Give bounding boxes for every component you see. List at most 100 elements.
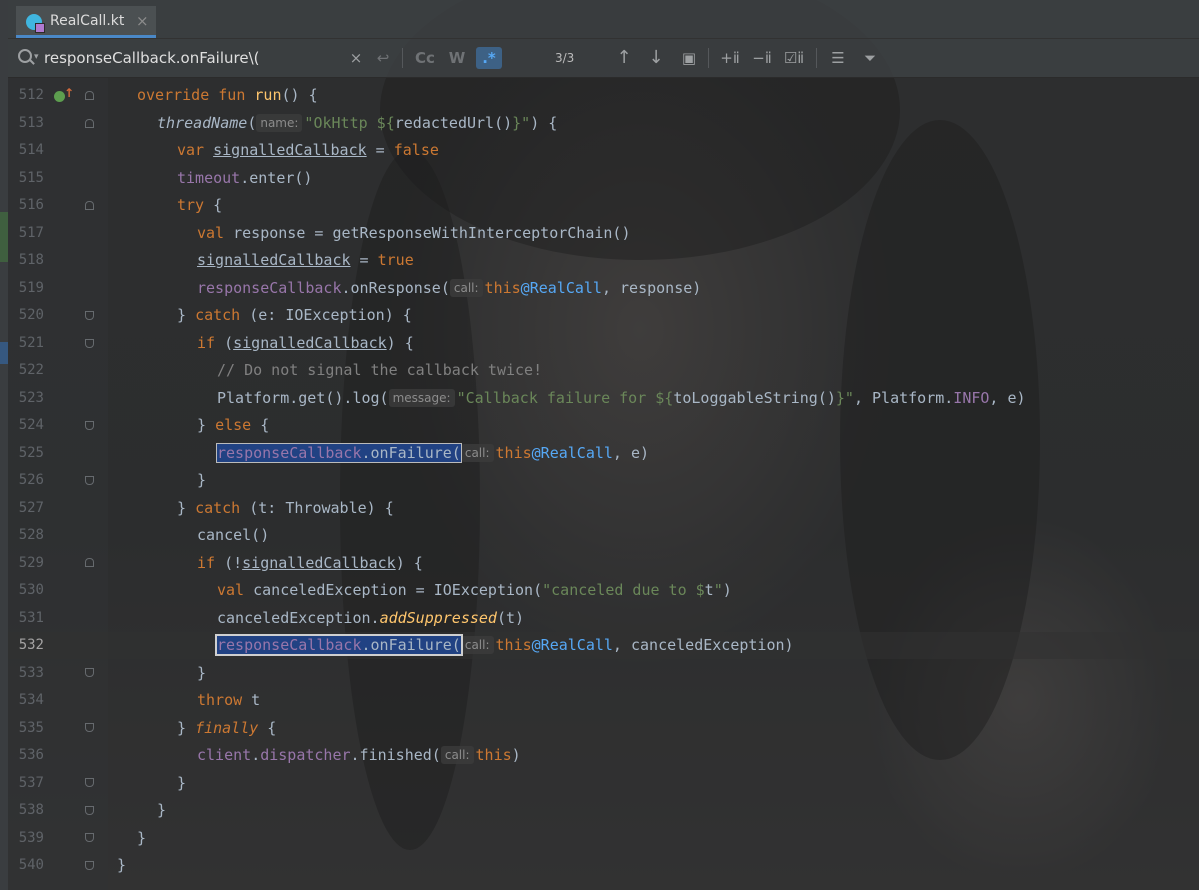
fold-marker-icon[interactable] xyxy=(85,201,94,210)
code-editor[interactable]: 512 513 514 515 516 517 518 519 520 521 … xyxy=(8,78,1199,890)
toggle-occurrence-icon[interactable]: ☑ⅱ xyxy=(782,47,806,69)
line-number: 522 xyxy=(18,362,44,378)
line-number: 520 xyxy=(18,307,44,323)
code-line[interactable]: } catch (e: IOException) { xyxy=(177,302,412,329)
line-number: 518 xyxy=(18,252,44,268)
fold-marker-icon[interactable] xyxy=(85,723,94,732)
line-number: 523 xyxy=(18,389,44,406)
fold-marker-icon[interactable] xyxy=(85,476,94,485)
replace-icon[interactable]: ↩ xyxy=(372,47,394,69)
parameter-hint: call: xyxy=(449,278,483,297)
line-number-current: 532 xyxy=(18,637,44,653)
code-line[interactable]: if (!signalledCallback) { xyxy=(197,550,423,577)
fold-marker-icon[interactable] xyxy=(85,806,94,815)
editor-tab-bar: RealCall.kt × xyxy=(8,0,1199,39)
parameter-hint: call: xyxy=(440,746,474,764)
code-line[interactable]: } finally { xyxy=(177,715,276,742)
fold-marker-icon[interactable] xyxy=(85,778,94,787)
line-number: 515 xyxy=(18,169,44,186)
code-line-current[interactable]: responseCallback.onFailure(call: this@Rea… xyxy=(215,632,794,659)
tab-realcall-kt[interactable]: RealCall.kt × xyxy=(16,6,156,38)
filter-icon[interactable]: ⏷ xyxy=(858,47,882,69)
line-number: 530 xyxy=(18,582,44,598)
previous-occurrence-button[interactable]: ↑ xyxy=(612,47,636,69)
select-all-occurrences-icon[interactable]: ▣ xyxy=(678,47,700,69)
close-icon[interactable]: × xyxy=(136,12,149,30)
parameter-hint: call: xyxy=(460,636,494,654)
code-line[interactable]: responseCallback.onFailure(call: this@Rea… xyxy=(216,440,649,467)
code-line[interactable]: canceledException.addSuppressed(t) xyxy=(217,605,524,632)
code-line[interactable]: val response = getResponseWithIntercepto… xyxy=(197,220,630,247)
line-number: 533 xyxy=(18,664,44,681)
code-line[interactable]: throw t xyxy=(197,687,260,714)
code-line[interactable]: // Do not signal the callback twice! xyxy=(217,357,542,384)
code-line[interactable]: override fun run() { xyxy=(137,82,318,109)
code-line[interactable]: var signalledCallback = false xyxy=(177,137,439,164)
match-case-button[interactable]: Cc xyxy=(412,47,438,69)
fold-marker-icon[interactable] xyxy=(85,833,94,842)
search-match-highlight[interactable]: responseCallback.onFailure( xyxy=(216,442,462,463)
code-line[interactable]: } xyxy=(157,797,166,824)
line-number: 512 xyxy=(18,87,44,103)
filter-lines-icon[interactable]: ☰ xyxy=(826,47,850,69)
line-number: 536 xyxy=(18,747,44,763)
line-number: 540 xyxy=(18,857,44,873)
search-match-highlight-current[interactable]: responseCallback.onFailure( xyxy=(215,634,463,656)
line-number: 537 xyxy=(18,774,44,791)
code-line[interactable]: client.dispatcher.finished(call: this) xyxy=(197,742,521,769)
separator xyxy=(708,48,709,68)
fold-marker-icon[interactable] xyxy=(85,91,94,100)
fold-marker-icon[interactable] xyxy=(85,861,94,870)
line-number: 525 xyxy=(18,444,44,461)
line-number: 538 xyxy=(18,802,44,818)
search-icon[interactable] xyxy=(18,49,32,63)
search-input[interactable] xyxy=(44,47,344,69)
code-line[interactable]: cancel() xyxy=(197,522,269,549)
code-line[interactable]: } xyxy=(197,467,206,494)
left-panel-strip xyxy=(0,0,8,890)
code-line[interactable]: try { xyxy=(177,192,222,219)
line-number: 529 xyxy=(18,554,44,571)
line-number: 514 xyxy=(18,142,44,158)
code-line[interactable]: timeout.enter() xyxy=(177,165,312,192)
code-line[interactable]: } else { xyxy=(197,412,269,439)
add-occurrence-icon[interactable]: +ⅱ xyxy=(718,47,742,69)
code-line[interactable]: } xyxy=(177,770,186,797)
fold-marker-icon[interactable] xyxy=(85,311,94,320)
code-line[interactable]: responseCallback.onResponse(call: this@Re… xyxy=(197,275,701,302)
code-line[interactable]: if (signalledCallback) { xyxy=(197,330,414,357)
find-bar: ▾ × ↩ Cc W .* 3/3 ↑ ↓ ▣ +ⅱ −ⅱ ☑ⅱ ☰ ⏷ xyxy=(8,39,1199,78)
separator xyxy=(816,48,817,68)
parameter-hint: message: xyxy=(388,388,455,407)
next-occurrence-button[interactable]: ↓ xyxy=(644,47,668,69)
code-line[interactable]: } catch (t: Throwable) { xyxy=(177,495,394,522)
code-line[interactable]: } xyxy=(137,825,146,852)
clear-search-button[interactable]: × xyxy=(346,47,366,69)
separator xyxy=(402,48,403,68)
tab-label: RealCall.kt xyxy=(50,13,125,29)
whole-words-button[interactable]: W xyxy=(446,47,468,69)
code-line[interactable]: signalledCallback = true xyxy=(197,247,414,274)
line-number: 531 xyxy=(18,609,44,626)
fold-marker-icon[interactable] xyxy=(85,119,94,128)
fold-marker-icon[interactable] xyxy=(85,668,94,677)
line-number: 535 xyxy=(18,719,44,736)
fold-marker-icon[interactable] xyxy=(85,558,94,567)
line-number: 516 xyxy=(18,197,44,213)
line-number: 539 xyxy=(18,829,44,846)
fold-marker-icon[interactable] xyxy=(85,421,94,430)
fold-marker-icon[interactable] xyxy=(85,339,94,348)
line-number: 528 xyxy=(18,527,44,543)
override-method-icon[interactable] xyxy=(54,86,74,102)
code-line[interactable]: } xyxy=(117,852,126,879)
code-line[interactable]: val canceledException = IOException("can… xyxy=(217,577,732,604)
code-line[interactable]: } xyxy=(197,660,206,687)
match-count: 3/3 xyxy=(555,51,575,65)
line-number: 526 xyxy=(18,472,44,488)
regex-button[interactable]: .* xyxy=(476,47,502,69)
search-history-chevron-icon[interactable]: ▾ xyxy=(34,52,39,62)
remove-occurrence-icon[interactable]: −ⅱ xyxy=(750,47,774,69)
line-number: 519 xyxy=(18,279,44,296)
code-line[interactable]: Platform.get().log(message: "Callback fai… xyxy=(217,385,1026,412)
code-line[interactable]: threadName(name: "OkHttp ${redactedUrl()}… xyxy=(157,110,557,137)
